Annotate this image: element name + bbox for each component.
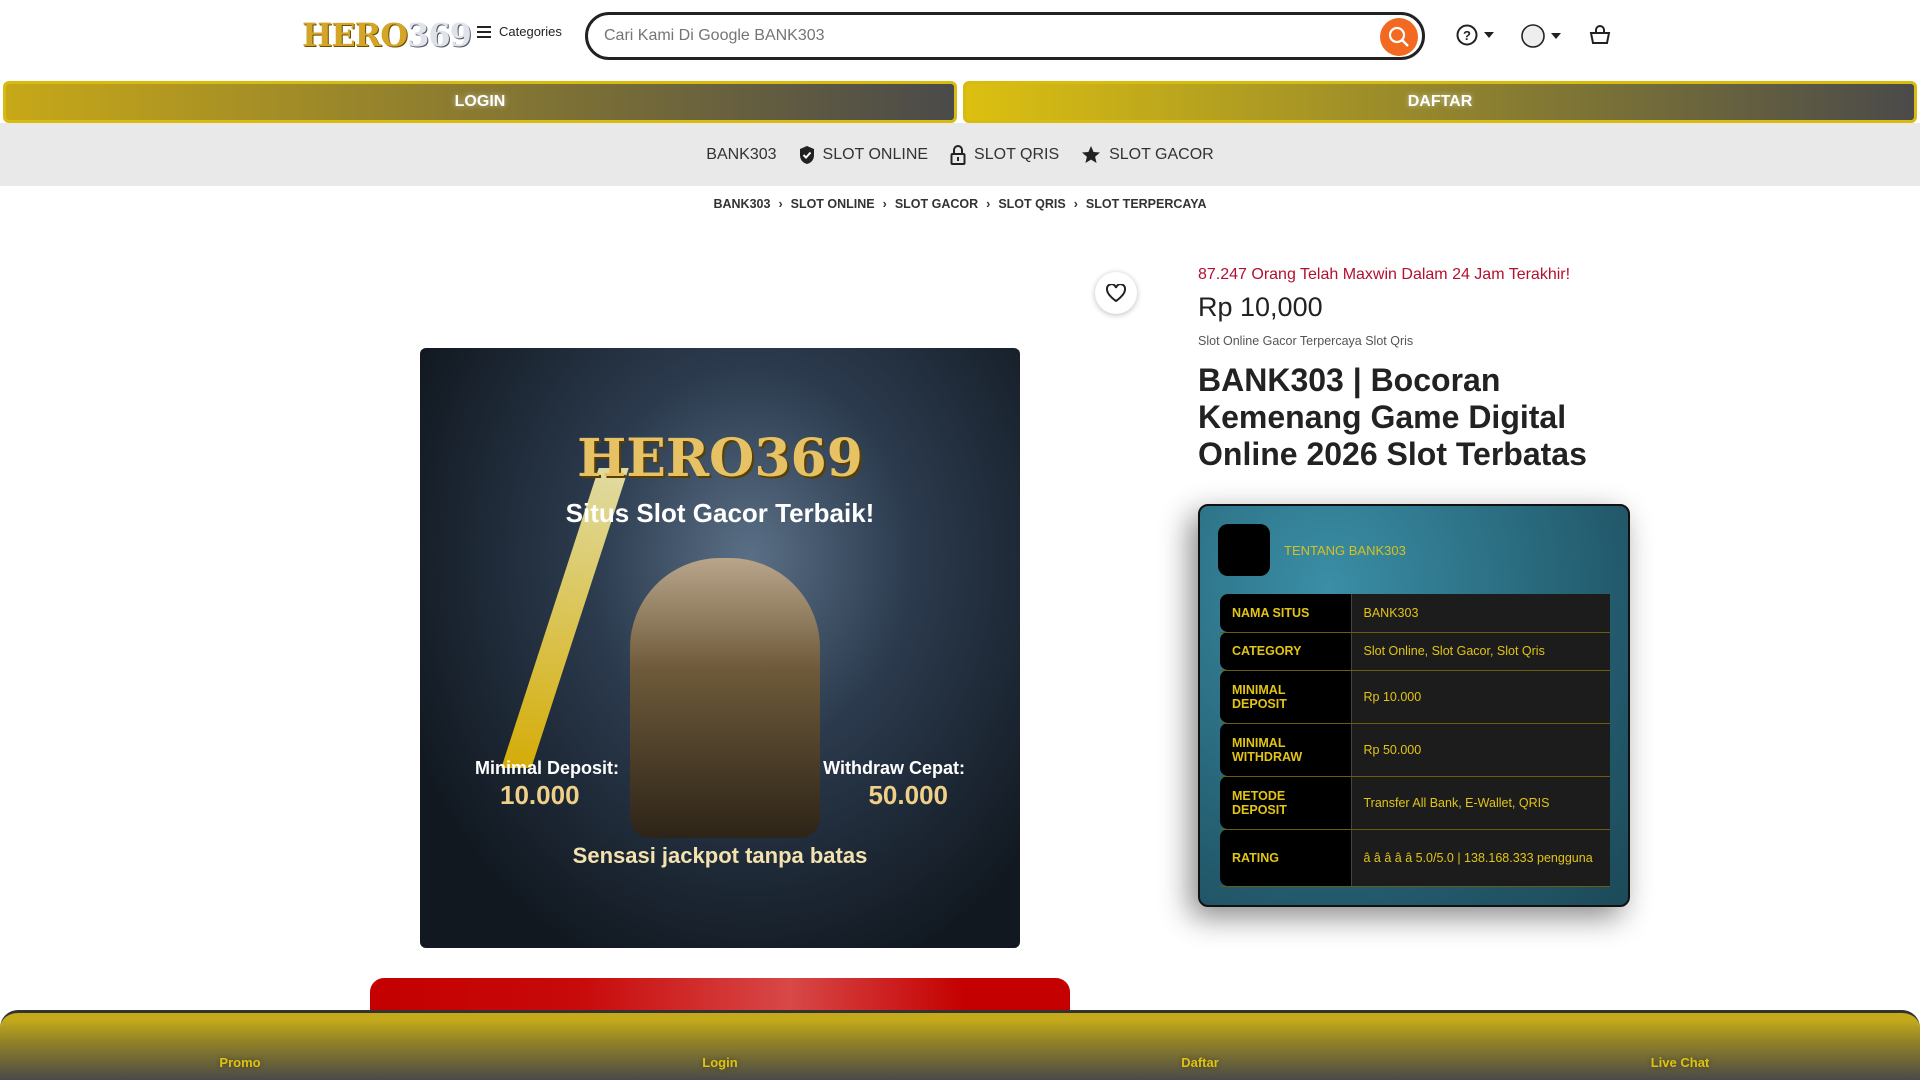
image-slogan: Sensasi jackpot tanpa batas <box>572 843 868 868</box>
nav-bank303[interactable]: BANK303 <box>706 146 776 164</box>
site-logo[interactable]: HERO369 <box>302 16 472 54</box>
svg-text:?: ? <box>1463 28 1471 43</box>
menu-icon <box>477 25 491 38</box>
bottom-nav: Promo Login Daftar Live Chat <box>0 1010 1920 1080</box>
product-title: BANK303 | Bocoran Kemenang Game Digital … <box>1198 362 1587 472</box>
image-tagline: Situs Slot Gacor Terbaik! <box>565 498 875 528</box>
search-bar <box>585 12 1425 60</box>
chevron-right-icon: › <box>882 197 887 211</box>
table-row: METODE DEPOSIT Transfer All Bank, E-Walle… <box>1220 776 1610 830</box>
breadcrumb: BANK303 › SLOT ONLINE › SLOT GACOR › SLOT Q… <box>0 197 1920 211</box>
shield-check-icon <box>799 145 814 164</box>
zeus-figure <box>630 558 820 838</box>
nav-slot-gacor[interactable]: SLOT GACOR <box>1081 145 1214 165</box>
bottom-nav-live-chat[interactable]: Live Chat <box>1440 1013 1920 1080</box>
avatar-icon <box>1521 24 1545 48</box>
chevron-down-icon <box>1484 32 1494 38</box>
nav-slot-online[interactable]: SLOT ONLINE <box>799 145 928 165</box>
image-withdraw: 50.000 <box>868 780 948 810</box>
product-image: HERO369 Situs Slot Gacor Terbaik! Minima… <box>420 348 1020 948</box>
image-brand: HERO369 <box>577 428 863 489</box>
price: Rp 10,000 <box>1198 292 1323 322</box>
nav-slot-qris[interactable]: SLOT QRIS <box>950 144 1059 165</box>
table-row: MINIMAL DEPOSIT Rp 10.000 <box>1220 670 1610 724</box>
account-menu[interactable] <box>1521 24 1561 48</box>
bottom-nav-daftar[interactable]: Daftar <box>960 1013 1440 1080</box>
bottom-nav-login[interactable]: Login <box>480 1013 960 1080</box>
help-icon: ? <box>1456 24 1478 46</box>
search-button[interactable] <box>1380 18 1418 56</box>
breadcrumb-item[interactable]: BANK303 <box>713 197 770 211</box>
login-button[interactable]: LOGIN <box>3 81 957 123</box>
search-input[interactable] <box>604 27 1364 45</box>
about-link[interactable]: TENTANG BANK303 <box>1284 543 1406 558</box>
cart-button[interactable] <box>1589 25 1611 50</box>
image-min-deposit-label: Minimal Deposit: <box>475 758 620 778</box>
table-row: MINIMAL WITHDRAW Rp 50.000 <box>1220 723 1610 777</box>
table-row: CATEGORY Slot Online, Slot Gacor, Slot Qr… <box>1220 632 1610 671</box>
chevron-right-icon: › <box>778 197 783 211</box>
help-menu[interactable]: ? <box>1456 24 1494 46</box>
image-min-deposit: 10.000 <box>500 780 580 810</box>
breadcrumb-item[interactable]: SLOT QRIS <box>998 197 1065 211</box>
basket-icon <box>1589 25 1611 44</box>
breadcrumb-item[interactable]: SLOT ONLINE <box>791 197 875 211</box>
info-card: TENTANG BANK303 NAMA SITUS BANK303 CATEGO… <box>1198 504 1630 907</box>
categories-button[interactable]: Categories <box>477 24 562 39</box>
lock-icon <box>950 144 966 165</box>
chevron-right-icon: › <box>1073 197 1078 211</box>
star-icon <box>1082 145 1101 163</box>
chevron-right-icon: › <box>986 197 991 211</box>
site-avatar <box>1218 524 1270 576</box>
register-button[interactable]: DAFTAR <box>963 81 1917 123</box>
category-nav: BANK303 SLOT ONLINE SLOT QRIS SLOT GACOR <box>0 123 1920 186</box>
breadcrumb-item[interactable]: SLOT TERPERCAYA <box>1086 197 1207 211</box>
maxwin-notice: 87.247 Orang Telah Maxwin Dalam 24 Jam T… <box>1198 266 1571 283</box>
table-row: NAMA SITUS BANK303 <box>1220 594 1610 633</box>
chevron-down-icon <box>1551 33 1561 39</box>
wishlist-button[interactable] <box>1095 272 1137 314</box>
breadcrumb-item[interactable]: SLOT GACOR <box>895 197 978 211</box>
info-table: NAMA SITUS BANK303 CATEGORY Slot Online, S… <box>1220 594 1610 887</box>
table-row: RATING â â â â â 5.0/5.0 | 138.168.333 pe… <box>1220 829 1610 887</box>
product-subtitle: Slot Online Gacor Terpercaya Slot Qris <box>1198 334 1414 348</box>
search-icon <box>1388 26 1409 47</box>
image-withdraw-label: Withdraw Cepat: <box>823 758 965 778</box>
heart-icon <box>1106 284 1126 302</box>
bottom-nav-promo[interactable]: Promo <box>0 1013 480 1080</box>
